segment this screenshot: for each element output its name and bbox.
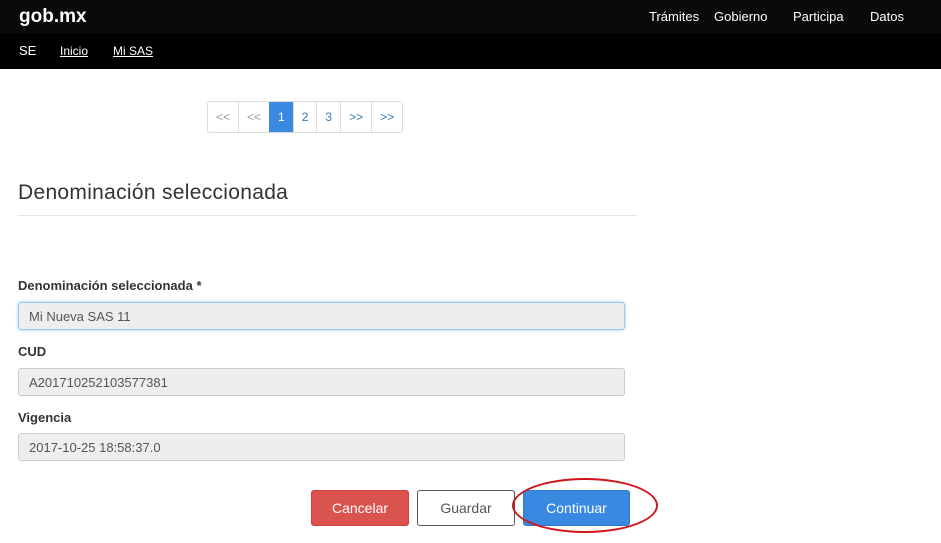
page-1-button[interactable]: 1 <box>269 102 293 132</box>
page-next-button[interactable]: >> <box>340 102 372 132</box>
page-first-button[interactable]: << <box>208 102 239 132</box>
page-prev-button[interactable]: << <box>238 102 270 132</box>
page-2-button[interactable]: 2 <box>292 102 317 132</box>
denominacion-label: Denominación seleccionada * <box>18 278 202 293</box>
nav-tramites[interactable]: Trámites <box>649 9 699 24</box>
link-mi-sas[interactable]: Mi SAS <box>113 44 153 58</box>
nav-datos[interactable]: Datos <box>870 9 904 24</box>
page-3-button[interactable]: 3 <box>316 102 341 132</box>
section-label: SE <box>19 43 37 58</box>
link-inicio[interactable]: Inicio <box>60 44 88 58</box>
top-navbar: gob.mx Trámites Gobierno Participa Datos <box>0 0 941 33</box>
title-divider <box>18 215 637 216</box>
nav-gobierno[interactable]: Gobierno <box>714 9 767 24</box>
save-button[interactable]: Guardar <box>417 490 515 526</box>
nav-participa[interactable]: Participa <box>793 9 844 24</box>
vigencia-label: Vigencia <box>18 410 72 425</box>
sub-navbar: SE Inicio Mi SAS <box>0 33 941 69</box>
denominacion-field[interactable] <box>18 302 625 330</box>
continue-button[interactable]: Continuar <box>523 490 630 526</box>
brand-logo[interactable]: gob.mx <box>19 6 87 28</box>
pagination: << << 1 2 3 >> >> <box>207 101 404 133</box>
cud-label: CUD <box>18 344 47 359</box>
cud-field[interactable] <box>18 368 625 396</box>
vigencia-field[interactable] <box>18 433 625 461</box>
page-last-button[interactable]: >> <box>371 102 403 132</box>
page-title: Denominación seleccionada <box>18 181 289 204</box>
cancel-button[interactable]: Cancelar <box>311 490 409 526</box>
